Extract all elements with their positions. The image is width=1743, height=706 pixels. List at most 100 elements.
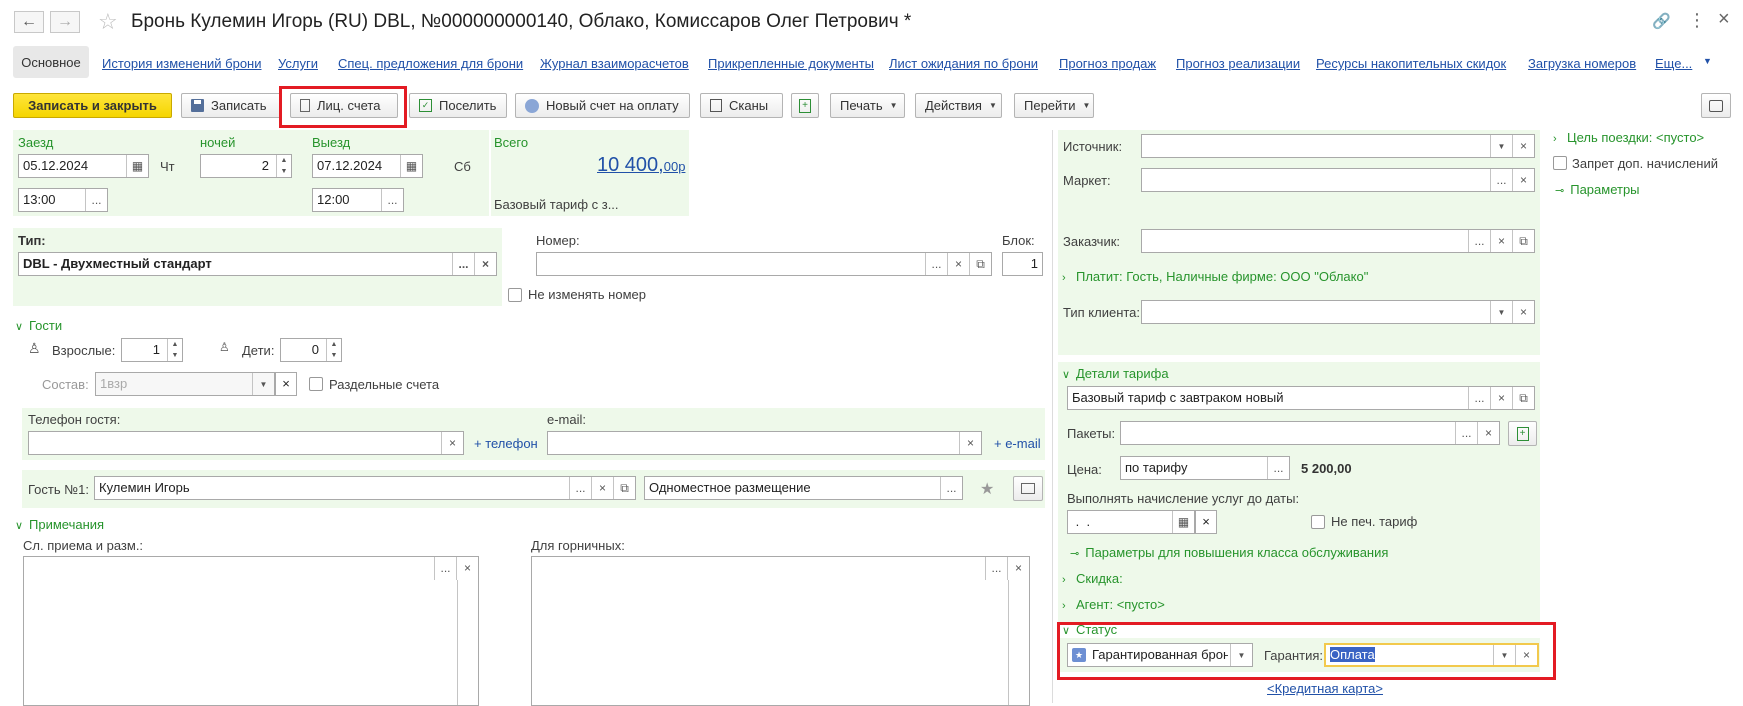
no-print-tariff-checkbox[interactable] [1311,515,1325,529]
tab-special-offers[interactable]: Спец. предложения для брони [338,56,523,71]
save-and-close-button[interactable]: Записать и закрыть [13,93,172,118]
price-mode-field[interactable]: по тарифу ... [1120,456,1290,480]
payer-section-header[interactable]: › Платит: Гость, Наличные фирме: ООО "Обл… [1062,269,1368,284]
agent-section-header[interactable]: › Агент: <пусто> [1062,597,1165,612]
credit-card-link[interactable]: <Кредитная карта> [1267,681,1383,696]
select-icon[interactable]: ... [1468,387,1490,409]
back-button[interactable]: ← [14,11,44,33]
clear-icon[interactable]: × [1490,230,1512,252]
room-number-field[interactable]: ... × ⧉ [536,252,992,276]
add-email-link[interactable]: + e-mail [994,436,1041,451]
checkin-time-field[interactable]: 13:00 ... [18,188,108,212]
clear-icon[interactable]: × [1477,422,1499,444]
adults-field[interactable]: 1 ▲ ▼ [121,338,183,362]
calendar-icon[interactable]: ▦ [1172,511,1194,533]
guest-card-button[interactable] [1013,476,1043,501]
checkin-button[interactable]: ✓ Поселить [409,93,507,118]
reception-notes-field[interactable]: ... × [23,556,479,706]
stepper-icon[interactable]: ▲ ▼ [167,339,182,361]
tab-sales-forecast[interactable]: Прогноз продаж [1059,56,1156,71]
clear-icon[interactable]: × [441,432,463,454]
nights-field[interactable]: 2 ▲ ▼ [200,154,292,178]
block-field[interactable]: 1 [1002,252,1043,276]
favorite-star-icon[interactable]: ☆ [98,9,118,35]
checkout-time-field[interactable]: 12:00 ... [312,188,404,212]
charge-until-clear-button[interactable]: × [1195,510,1217,534]
discount-section-header[interactable]: › Скидка: [1062,571,1123,586]
select-icon[interactable]: ... [1267,457,1289,479]
clear-icon[interactable]: × [1512,135,1534,157]
client-type-field[interactable]: ▼ × [1141,300,1535,324]
notes-section-header[interactable]: ∨ Примечания [15,517,104,532]
housekeeping-notes-field[interactable]: ... × [531,556,1030,706]
select-icon[interactable]: ... [940,477,962,499]
clear-icon[interactable]: × [1490,387,1512,409]
tariff-field[interactable]: Базовый тариф с завтраком новый ... × ⧉ [1067,386,1535,410]
no-extra-charges-checkbox[interactable] [1553,156,1567,170]
room-type-field[interactable]: DBL - Двухместный стандарт ... × [18,252,497,276]
email-field[interactable]: × [547,431,982,455]
tab-main[interactable]: Основное [13,46,89,78]
open-icon[interactable]: ⧉ [969,253,991,275]
stepper-icon[interactable]: ▲ ▼ [326,339,341,361]
total-amount[interactable]: 10 400,00р [597,154,685,177]
tab-services[interactable]: Услуги [278,56,318,71]
select-icon[interactable]: ... [569,477,591,499]
select-icon[interactable]: ... [1468,230,1490,252]
accommodation-field[interactable]: Одноместное размещение ... [644,476,963,500]
dropdown-arrow-icon[interactable]: ▼ [252,373,274,395]
save-button[interactable]: Записать [181,93,281,118]
tab-history[interactable]: История изменений брони [102,56,262,71]
calendar-icon[interactable]: ▦ [400,155,422,177]
checkin-date-field[interactable]: 05.12.2024 ▦ [18,154,149,178]
tab-discount-resources[interactable]: Ресурсы накопительных скидок [1316,56,1506,71]
select-icon[interactable]: ... [452,253,474,275]
upgrade-params-link[interactable]: ⊸ Параметры для повышения класса обслужив… [1070,545,1388,560]
clear-icon[interactable]: × [1512,169,1534,191]
source-field[interactable]: ▼ × [1141,134,1535,158]
tab-waiting-list[interactable]: Лист ожидания по брони [889,56,1038,71]
calendar-icon[interactable]: ▦ [126,155,148,177]
packages-field[interactable]: ... × [1120,421,1500,445]
keep-number-checkbox[interactable] [508,288,522,302]
trip-purpose-header[interactable]: › Цель поездки: <пусто> [1553,130,1704,145]
goto-menu-button[interactable]: Перейти ▼ [1014,93,1094,118]
select-icon[interactable]: ... [1455,422,1477,444]
more-menu-icon[interactable]: ⋮ [1688,10,1706,31]
clear-icon[interactable]: × [1007,557,1029,580]
clear-icon[interactable]: × [456,557,478,580]
market-field[interactable]: ... × [1141,168,1535,192]
clear-icon[interactable]: × [591,477,613,499]
guest1-name-field[interactable]: Кулемин Игорь ... × ⧉ [94,476,636,500]
params-link[interactable]: ⊸ Параметры [1555,182,1640,197]
guests-section-header[interactable]: ∨ Гости [15,318,62,333]
star-icon[interactable]: ★ [980,479,994,499]
dropdown-arrow-icon[interactable]: ▼ [1490,301,1512,323]
select-icon[interactable]: ... [925,253,947,275]
open-icon[interactable]: ⧉ [613,477,635,499]
scans-button[interactable]: Сканы [700,93,783,118]
actions-menu-button[interactable]: Действия ▼ [915,93,1002,118]
composition-field[interactable]: 1взр ▼ [95,372,275,396]
clear-icon[interactable]: × [959,432,981,454]
children-field[interactable]: 0 ▲ ▼ [280,338,342,362]
select-icon[interactable]: ... [381,189,403,211]
customer-field[interactable]: ... × ⧉ [1141,229,1535,253]
tab-realization-forecast[interactable]: Прогноз реализации [1176,56,1300,71]
add-package-button[interactable]: + [1508,421,1537,446]
tab-attached-docs[interactable]: Прикрепленные документы [708,56,874,71]
tariff-section-header[interactable]: ∨ Детали тарифа [1062,366,1169,381]
select-icon[interactable]: ... [434,557,456,580]
tab-room-load[interactable]: Загрузка номеров [1528,56,1636,71]
close-icon[interactable]: × [1718,8,1730,31]
form-settings-button[interactable] [1701,93,1731,118]
select-icon[interactable]: ... [1490,169,1512,191]
charge-until-field[interactable]: . . ▦ [1067,510,1195,534]
tab-settlements[interactable]: Журнал взаиморасчетов [540,56,689,71]
select-icon[interactable]: ... [85,189,107,211]
new-invoice-button[interactable]: Новый счет на оплату [515,93,690,118]
clear-icon[interactable]: × [1512,301,1534,323]
print-menu-button[interactable]: Печать ▼ [830,93,905,118]
separate-accounts-checkbox[interactable] [309,377,323,391]
attach-file-button[interactable]: + [791,93,819,118]
